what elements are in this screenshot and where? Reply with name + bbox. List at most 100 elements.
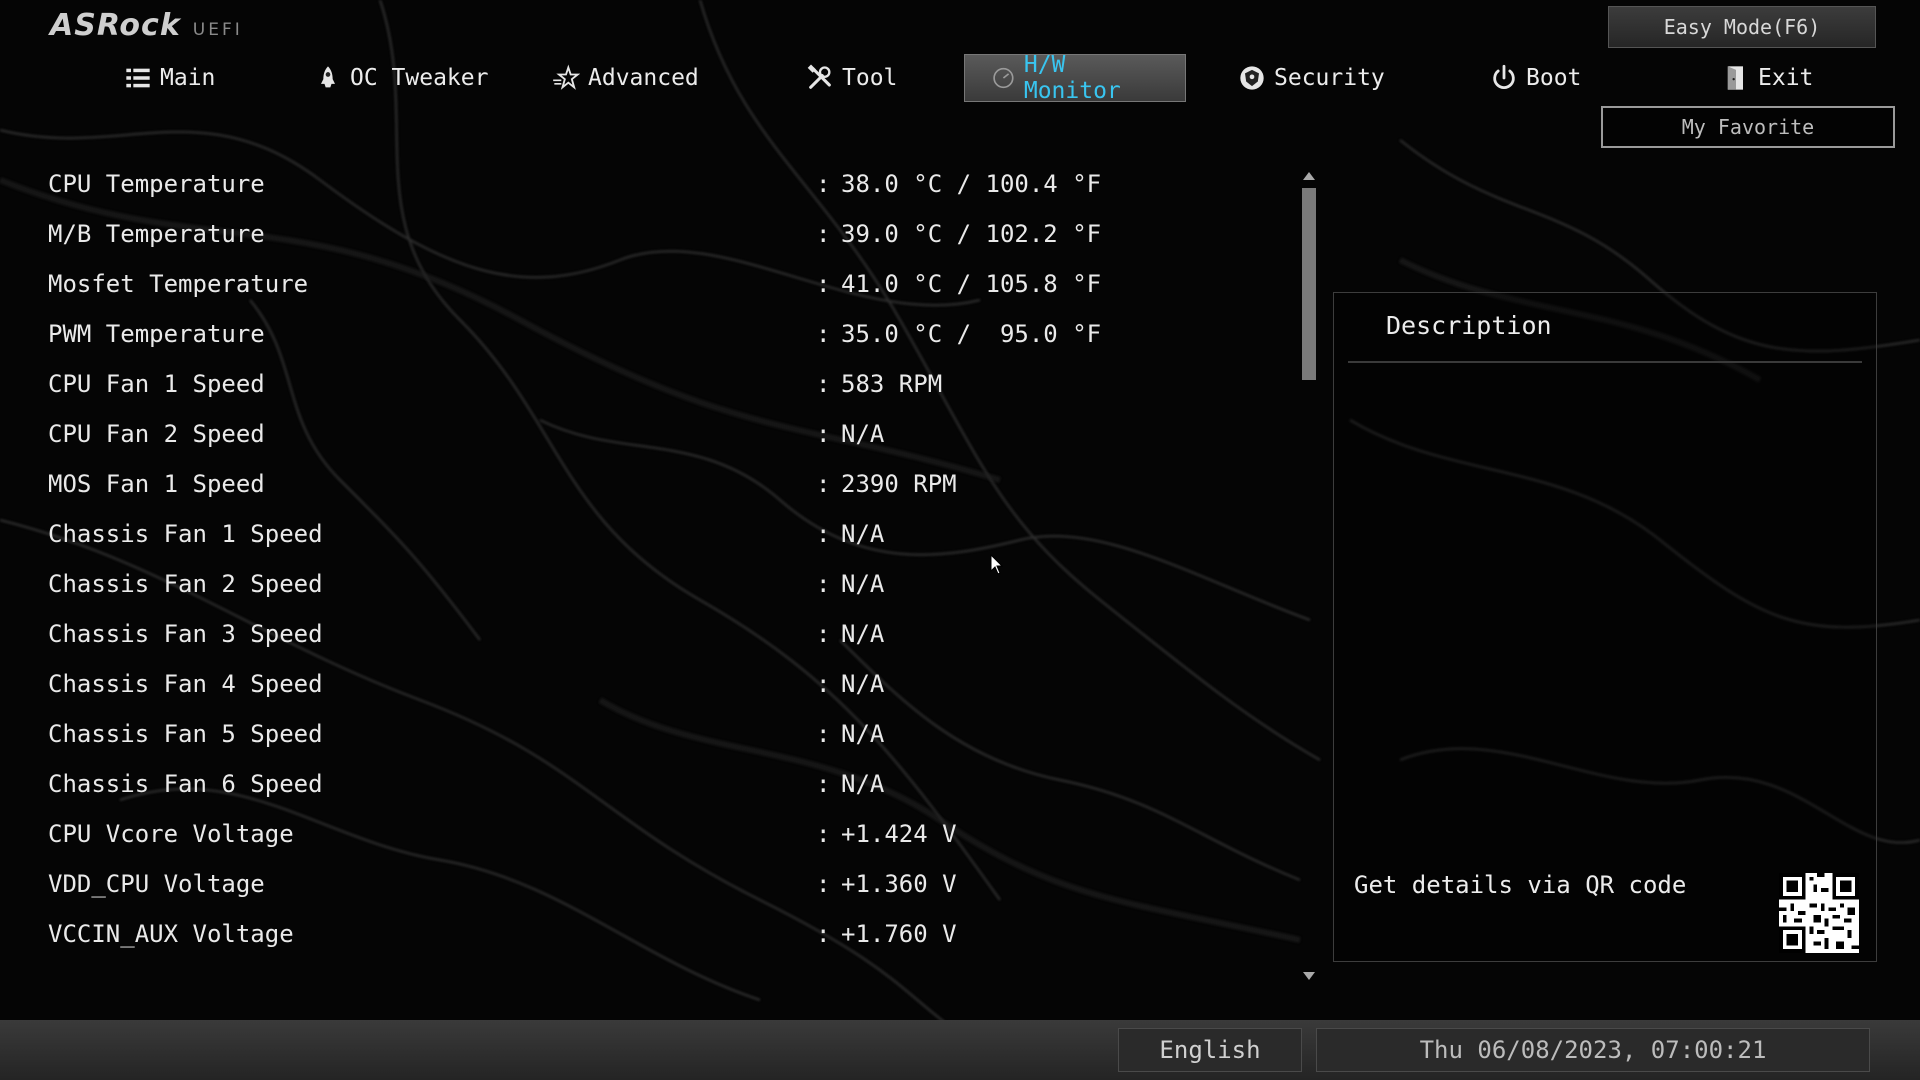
- row-value: 583 RPM: [841, 370, 943, 398]
- tab-label: H/W Monitor: [1023, 52, 1121, 104]
- row-separator: :: [816, 920, 831, 948]
- row-separator: :: [816, 420, 831, 448]
- row-value: N/A: [841, 420, 885, 448]
- row-value: 38.0 °C / 100.4 °F: [841, 170, 1102, 198]
- star-icon: [553, 64, 580, 90]
- row-separator: :: [816, 220, 831, 248]
- tab-advanced[interactable]: Advanced: [552, 54, 699, 102]
- row-value: N/A: [841, 570, 885, 598]
- monitor-row-pwm-temperature[interactable]: PWM Temperature : 35.0 °C / 95.0 °F: [48, 314, 1268, 354]
- description-divider: [1348, 361, 1862, 363]
- language-selector[interactable]: English: [1118, 1028, 1302, 1072]
- row-label: PWM Temperature: [48, 320, 265, 348]
- tab-label: Boot: [1526, 65, 1582, 91]
- tab-hw-monitor[interactable]: H/W Monitor: [964, 52, 1186, 104]
- monitor-row-cpu-temperature[interactable]: CPU Temperature : 38.0 °C / 100.4 °F: [48, 164, 1268, 204]
- list-icon: [126, 68, 150, 88]
- monitor-icon: [993, 67, 1014, 89]
- row-label: CPU Fan 1 Speed: [48, 370, 265, 398]
- monitor-row-chassis-fan-6-speed[interactable]: Chassis Fan 6 Speed : N/A: [48, 764, 1268, 804]
- shield-icon: [1240, 66, 1264, 90]
- row-value: N/A: [841, 520, 885, 548]
- row-label: VDD_CPU Voltage: [48, 870, 265, 898]
- row-separator: :: [816, 270, 831, 298]
- row-separator: :: [816, 370, 831, 398]
- row-label: Mosfet Temperature: [48, 270, 309, 298]
- tab-label: Security: [1274, 65, 1385, 91]
- row-value: 35.0 °C / 95.0 °F: [841, 320, 1102, 348]
- row-value: N/A: [841, 720, 885, 748]
- tab-exit[interactable]: Exit: [1722, 54, 1813, 102]
- tab-boot[interactable]: Boot: [1490, 54, 1581, 102]
- tab-label: Exit: [1758, 65, 1814, 91]
- monitor-row-chassis-fan-4-speed[interactable]: Chassis Fan 4 Speed : N/A: [48, 664, 1268, 704]
- scroll-up-arrow-icon[interactable]: [1303, 172, 1315, 180]
- mouse-cursor-icon: [990, 554, 1004, 575]
- monitor-row-vccin-aux-voltage[interactable]: VCCIN_AUX Voltage : +1.760 V: [48, 914, 1268, 954]
- row-separator: :: [816, 620, 831, 648]
- row-separator: :: [816, 570, 831, 598]
- monitor-row-mosfet-temperature[interactable]: Mosfet Temperature : 41.0 °C / 105.8 °F: [48, 264, 1268, 304]
- uefi-label: UEFI: [192, 20, 243, 40]
- description-title: Description: [1386, 311, 1552, 340]
- row-separator: :: [816, 470, 831, 498]
- row-separator: :: [816, 770, 831, 798]
- tab-main[interactable]: Main: [124, 54, 215, 102]
- tab-label: Tool: [842, 65, 898, 91]
- row-label: M/B Temperature: [48, 220, 265, 248]
- description-panel: Description Get details via QR code: [1333, 292, 1877, 962]
- row-value: +1.424 V: [841, 820, 957, 848]
- row-label: CPU Temperature: [48, 170, 265, 198]
- monitor-row-cpu-vcore-voltage[interactable]: CPU Vcore Voltage : +1.424 V: [48, 814, 1268, 854]
- row-label: VCCIN_AUX Voltage: [48, 920, 294, 948]
- row-label: Chassis Fan 2 Speed: [48, 570, 323, 598]
- tab-label: Main: [160, 65, 216, 91]
- monitor-row-mos-fan-1-speed[interactable]: MOS Fan 1 Speed : 2390 RPM: [48, 464, 1268, 504]
- qr-code-caption: Get details via QR code: [1354, 871, 1687, 899]
- row-label: CPU Fan 2 Speed: [48, 420, 265, 448]
- row-separator: :: [816, 870, 831, 898]
- row-label: Chassis Fan 6 Speed: [48, 770, 323, 798]
- easy-mode-button[interactable]: Easy Mode(F6): [1608, 6, 1876, 48]
- row-separator: :: [816, 670, 831, 698]
- scroll-down-arrow-icon[interactable]: [1303, 972, 1315, 980]
- row-value: N/A: [841, 620, 885, 648]
- qr-code-icon: [1779, 873, 1859, 953]
- monitor-row-cpu-fan-2-speed[interactable]: CPU Fan 2 Speed : N/A: [48, 414, 1268, 454]
- monitor-row-cpu-fan-1-speed[interactable]: CPU Fan 1 Speed : 583 RPM: [48, 364, 1268, 404]
- tools-icon: [807, 64, 831, 89]
- row-value: 41.0 °C / 105.8 °F: [841, 270, 1102, 298]
- brand-name: ASRock: [50, 8, 181, 43]
- power-icon: [1493, 64, 1515, 89]
- tab-tool[interactable]: Tool: [806, 54, 897, 102]
- row-label: Chassis Fan 5 Speed: [48, 720, 323, 748]
- my-favorite-button[interactable]: My Favorite: [1601, 106, 1895, 148]
- row-separator: :: [816, 520, 831, 548]
- tab-oc-tweaker[interactable]: OC Tweaker: [314, 54, 488, 102]
- monitor-row-chassis-fan-5-speed[interactable]: Chassis Fan 5 Speed : N/A: [48, 714, 1268, 754]
- monitor-row-chassis-fan-3-speed[interactable]: Chassis Fan 3 Speed : N/A: [48, 614, 1268, 654]
- tab-label: Advanced: [588, 65, 699, 91]
- asrock-logo: ASRock UEFI: [50, 8, 243, 56]
- row-label: MOS Fan 1 Speed: [48, 470, 265, 498]
- rocket-icon: [321, 66, 335, 88]
- date-time-display: Thu 06/08/2023, 07:00:21: [1316, 1028, 1870, 1072]
- monitor-row-mb-temperature[interactable]: M/B Temperature : 39.0 °C / 102.2 °F: [48, 214, 1268, 254]
- row-label: Chassis Fan 4 Speed: [48, 670, 323, 698]
- row-label: Chassis Fan 3 Speed: [48, 620, 323, 648]
- row-separator: :: [816, 320, 831, 348]
- row-separator: :: [816, 170, 831, 198]
- row-value: +1.360 V: [841, 870, 957, 898]
- scrollbar-thumb[interactable]: [1302, 188, 1316, 380]
- monitor-row-chassis-fan-1-speed[interactable]: Chassis Fan 1 Speed : N/A: [48, 514, 1268, 554]
- exit-door-icon: [1727, 66, 1743, 90]
- row-value: N/A: [841, 770, 885, 798]
- row-value: 2390 RPM: [841, 470, 957, 498]
- monitor-row-chassis-fan-2-speed[interactable]: Chassis Fan 2 Speed : N/A: [48, 564, 1268, 604]
- row-separator: :: [816, 720, 831, 748]
- row-label: CPU Vcore Voltage: [48, 820, 294, 848]
- monitor-row-vdd-cpu-voltage[interactable]: VDD_CPU Voltage : +1.360 V: [48, 864, 1268, 904]
- row-value: 39.0 °C / 102.2 °F: [841, 220, 1102, 248]
- tab-security[interactable]: Security: [1238, 54, 1385, 102]
- row-label: Chassis Fan 1 Speed: [48, 520, 323, 548]
